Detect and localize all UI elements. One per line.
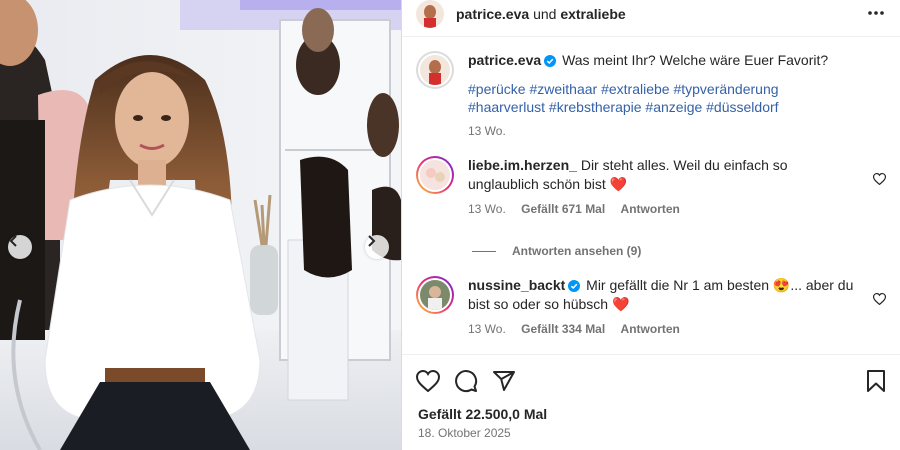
more-options-button[interactable] <box>866 3 886 26</box>
verified-badge-icon <box>568 280 581 292</box>
post-date: 18. Oktober 2025 <box>418 426 511 440</box>
caption: patrice.eva Was meint Ihr? Welche wäre E… <box>416 51 886 138</box>
more-horizontal-icon <box>868 10 884 15</box>
comment-username[interactable]: liebe.im.herzen_ <box>468 157 577 173</box>
comment-avatar-image <box>420 160 450 190</box>
view-replies-label: Antworten ansehen (9) <box>512 244 642 258</box>
comment: nussine_backt Mir gefällt die Nr 1 am be… <box>416 276 887 336</box>
bookmark-icon <box>867 369 885 392</box>
caption-avatar-image <box>420 55 450 85</box>
comment-like-button[interactable] <box>872 172 887 188</box>
comment-avatar[interactable] <box>416 276 454 314</box>
chevron-right-icon <box>368 235 376 247</box>
post-likes[interactable]: Gefällt 22.500,0 Mal <box>402 406 900 422</box>
heart-icon <box>416 369 440 392</box>
comment-button[interactable] <box>454 369 478 393</box>
author-avatar[interactable] <box>416 0 444 28</box>
carousel-next-button[interactable] <box>365 235 389 259</box>
replies-divider <box>472 250 496 252</box>
caption-text: Was meint Ihr? Welche wäre Euer Favorit? <box>562 52 829 68</box>
caption-username[interactable]: patrice.eva <box>468 52 541 68</box>
share-icon <box>493 370 515 391</box>
comment-reply-button[interactable]: Antworten <box>621 322 680 336</box>
like-button[interactable] <box>416 369 440 392</box>
heart-icon <box>872 172 887 186</box>
save-button[interactable] <box>866 369 886 392</box>
post-media[interactable] <box>0 0 401 450</box>
avatar-image <box>416 0 444 28</box>
comment-reply-button[interactable]: Antworten <box>621 202 680 216</box>
post-header: patrice.eva und extraliebe <box>402 0 900 37</box>
caption-time: 13 Wo. <box>468 124 506 138</box>
comment-likes[interactable]: Gefällt 334 Mal <box>521 322 605 336</box>
header-collaborator[interactable]: extraliebe <box>560 6 625 22</box>
heart-icon <box>872 292 887 306</box>
comment-likes[interactable]: Gefällt 671 Mal <box>521 202 605 216</box>
caption-avatar[interactable] <box>416 51 454 89</box>
share-button[interactable] <box>492 369 516 393</box>
comment-avatar-image <box>420 280 450 310</box>
caption-hashtags[interactable]: #perücke #zweithaar #extraliebe #typverä… <box>468 80 856 116</box>
view-replies-button[interactable]: Antworten ansehen (9) <box>472 244 886 258</box>
chevron-left-icon <box>9 235 17 247</box>
verified-badge-icon <box>544 55 557 67</box>
comment-time: 13 Wo. <box>468 202 506 216</box>
comment-time: 13 Wo. <box>468 322 506 336</box>
comment-like-button[interactable] <box>872 292 887 308</box>
post-header-title: patrice.eva und extraliebe <box>456 6 626 22</box>
action-bar <box>402 354 900 406</box>
post-panel: patrice.eva und extraliebe patrice.eva W… <box>401 0 900 450</box>
post-photo <box>0 0 401 450</box>
comments-section: patrice.eva Was meint Ihr? Welche wäre E… <box>402 37 900 354</box>
comment: liebe.im.herzen_ Dir steht alles. Weil d… <box>416 156 887 216</box>
carousel-prev-button[interactable] <box>8 235 32 259</box>
comment-username[interactable]: nussine_backt <box>468 277 565 293</box>
comment-icon <box>455 369 478 392</box>
comment-avatar[interactable] <box>416 156 454 194</box>
header-username[interactable]: patrice.eva <box>456 6 529 22</box>
header-connector: und <box>533 6 557 22</box>
